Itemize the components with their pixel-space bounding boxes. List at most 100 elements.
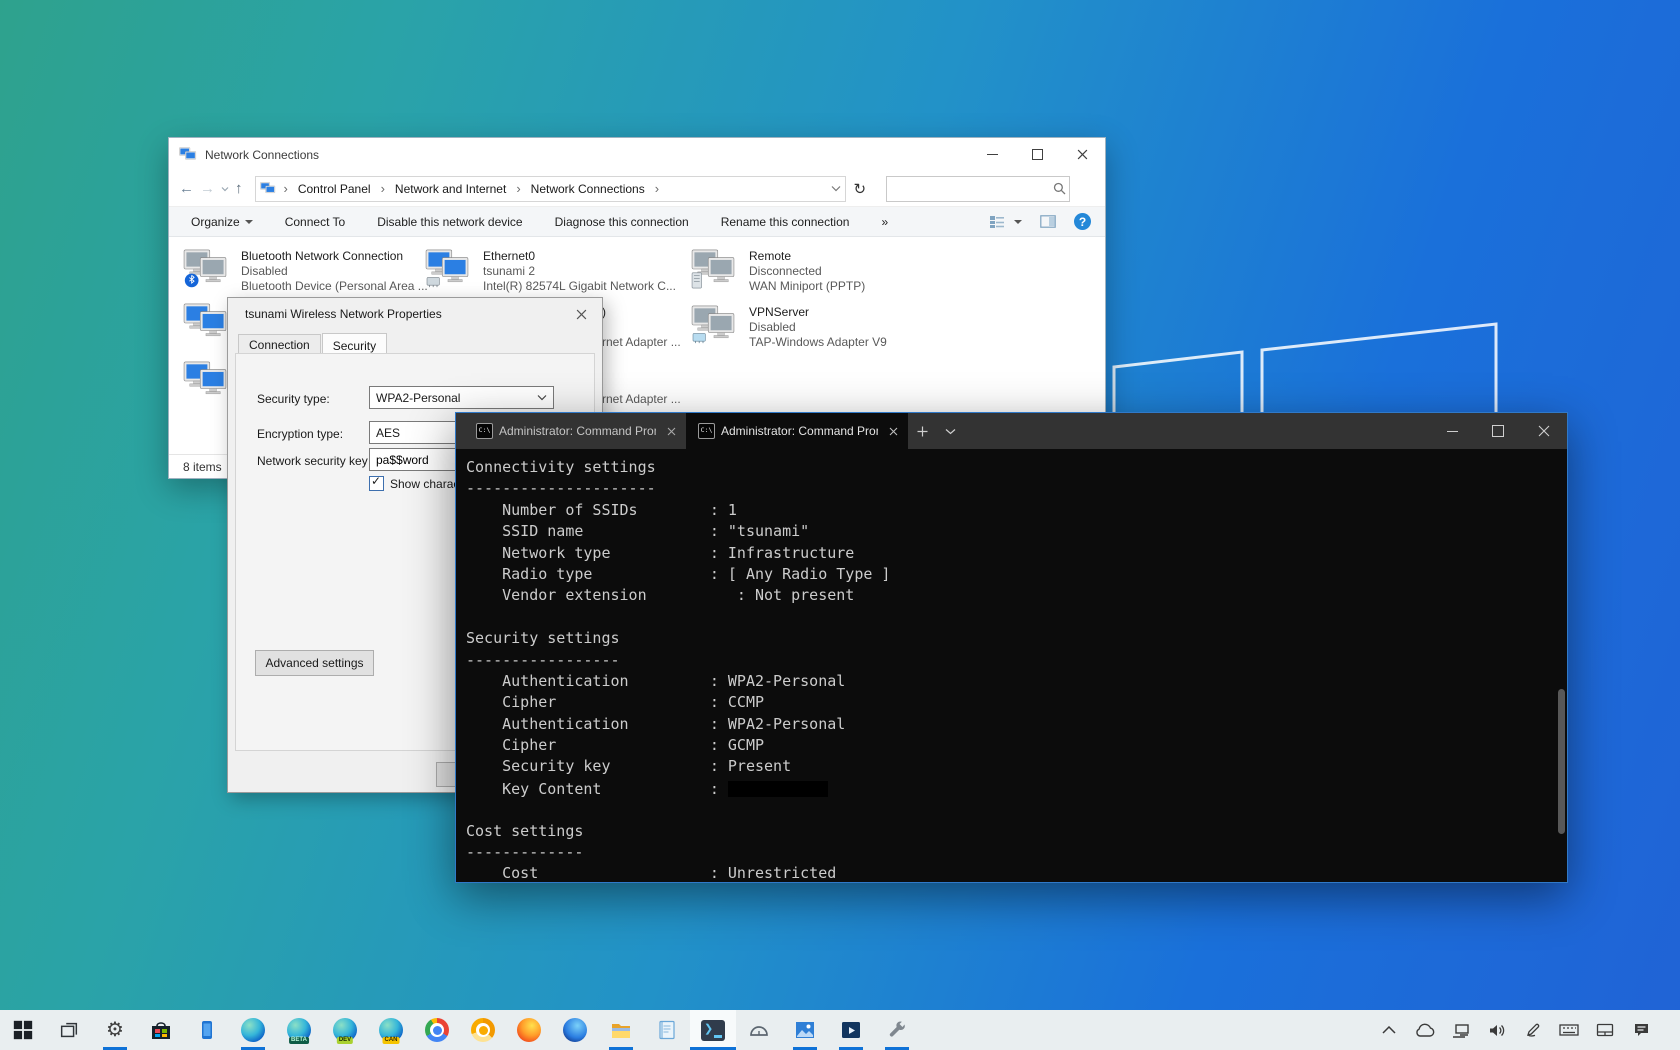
- change-view-button[interactable]: [989, 215, 1022, 229]
- taskbar-chrome-canary-button[interactable]: [460, 1010, 506, 1050]
- taskbar-dev-tool-button[interactable]: [874, 1010, 920, 1050]
- taskbar-your-phone-button[interactable]: [184, 1010, 230, 1050]
- network-connections-window-icon: [179, 146, 196, 159]
- taskbar-photos-button[interactable]: [782, 1010, 828, 1050]
- encryption-type-value: AES: [376, 425, 401, 440]
- pen-icon: [1527, 1023, 1540, 1037]
- taskbar-chrome-button[interactable]: [414, 1010, 460, 1050]
- terminal-output[interactable]: Connectivity settings ------------------…: [456, 449, 1567, 890]
- more-commands-button[interactable]: »: [881, 215, 888, 229]
- address-box[interactable]: › Control Panel › Network and Internet ›…: [254, 175, 846, 202]
- terminal-minimize-button[interactable]: [1429, 413, 1475, 449]
- terminal-close-button[interactable]: [1521, 413, 1567, 449]
- breadcrumb-separator[interactable]: ›: [652, 181, 662, 196]
- recent-locations-chevron-icon[interactable]: [221, 186, 229, 192]
- taskbar-firefox-nightly-button[interactable]: [552, 1010, 598, 1050]
- forward-button[interactable]: →: [200, 180, 215, 197]
- diagnose-connection-button[interactable]: Diagnose this connection: [555, 215, 689, 229]
- hidden-icons-chevron-button[interactable]: [1378, 1026, 1400, 1034]
- disable-device-button[interactable]: Disable this network device: [377, 215, 522, 229]
- volume-icon: [1490, 1024, 1505, 1036]
- terminal-tab-2-active[interactable]: C:\ Administrator: Command Prompt: [686, 413, 908, 449]
- explorer-title-bar[interactable]: Network Connections: [169, 138, 1105, 171]
- search-icon[interactable]: [1049, 182, 1069, 195]
- tap-connection-icon: [691, 305, 735, 344]
- taskbar-task-view-button[interactable]: [46, 1010, 92, 1050]
- tab-dropdown-button[interactable]: [936, 413, 964, 449]
- connection-device: WAN Miniport (PPTP): [749, 279, 866, 293]
- taskbar-edge-button[interactable]: [230, 1010, 276, 1050]
- refresh-button[interactable]: ↻: [854, 180, 867, 198]
- advanced-settings-button[interactable]: Advanced settings: [255, 650, 374, 676]
- photos-icon: [796, 1022, 814, 1038]
- taskbar-settings-button[interactable]: ⚙: [92, 1010, 138, 1050]
- breadcrumb-network-connections[interactable]: Network Connections: [529, 182, 647, 196]
- dialog-title-bar[interactable]: tsunami Wireless Network Properties: [228, 298, 602, 329]
- connect-to-button[interactable]: Connect To: [285, 215, 346, 229]
- tab-close-button[interactable]: [662, 422, 680, 440]
- breadcrumb-separator[interactable]: ›: [378, 181, 388, 196]
- taskbar-start-button[interactable]: [0, 1010, 46, 1050]
- windows-ink-tray-button[interactable]: [1522, 1022, 1544, 1038]
- connection-item-bluetooth[interactable]: Bluetooth Network Connection Disabled Bl…: [183, 249, 433, 294]
- network-status-icon: [1453, 1023, 1469, 1038]
- onedrive-tray-button[interactable]: [1414, 1023, 1436, 1037]
- tab-close-button[interactable]: [884, 422, 902, 440]
- chrome-canary-icon: [471, 1018, 495, 1042]
- hidden-connection-icon[interactable]: [183, 361, 227, 401]
- organize-menu-button[interactable]: Organize: [191, 215, 253, 229]
- show-characters-checkbox[interactable]: [369, 474, 384, 491]
- touchpad-tray-button[interactable]: [1594, 1023, 1616, 1037]
- back-button[interactable]: ←: [179, 180, 194, 197]
- taskbar-file-explorer-button[interactable]: [598, 1010, 644, 1050]
- up-button[interactable]: ↑: [235, 180, 243, 197]
- explorer-command-bar: Organize Connect To Disable this network…: [169, 207, 1105, 237]
- taskbar-protractor-button[interactable]: [736, 1010, 782, 1050]
- minimize-button[interactable]: [970, 138, 1015, 170]
- dialog-close-button[interactable]: [568, 305, 594, 323]
- breadcrumb-control-panel[interactable]: Control Panel: [296, 182, 373, 196]
- close-icon: [1077, 149, 1088, 159]
- redacted-key-content: [727, 780, 828, 797]
- connection-status: tsunami 2: [483, 264, 536, 278]
- action-center-icon: [1634, 1024, 1648, 1036]
- security-type-value: WPA2-Personal: [376, 390, 461, 405]
- firefox-icon: [517, 1018, 541, 1042]
- close-button[interactable]: [1060, 138, 1105, 170]
- new-tab-button[interactable]: [908, 413, 936, 449]
- minimize-icon: [987, 153, 998, 155]
- rename-connection-button[interactable]: Rename this connection: [721, 215, 850, 229]
- connection-item-remote[interactable]: Remote Disconnected WAN Miniport (PPTP): [691, 249, 941, 294]
- action-center-tray-button[interactable]: [1630, 1022, 1652, 1038]
- search-input[interactable]: [887, 178, 1050, 199]
- volume-tray-button[interactable]: [1486, 1023, 1508, 1038]
- taskbar-firefox-button[interactable]: [506, 1010, 552, 1050]
- terminal-maximize-button[interactable]: [1475, 413, 1521, 449]
- bluetooth-connection-icon: [183, 249, 227, 288]
- taskbar-windows-terminal-button[interactable]: [690, 1010, 736, 1050]
- terminal-tab-bar[interactable]: C:\ Administrator: Command Prompt C:\ Ad…: [456, 413, 1567, 449]
- canary-badge: CAN: [382, 1037, 400, 1044]
- touch-keyboard-tray-button[interactable]: [1558, 1023, 1580, 1037]
- maximize-button[interactable]: [1015, 138, 1060, 170]
- security-type-select[interactable]: WPA2-Personal: [369, 386, 554, 409]
- address-dropdown-chevron-icon[interactable]: [831, 185, 841, 192]
- taskbar-edge-canary-button[interactable]: CAN: [368, 1010, 414, 1050]
- breadcrumb-separator[interactable]: ›: [513, 181, 523, 196]
- breadcrumb-network-and-internet[interactable]: Network and Internet: [393, 182, 508, 196]
- connection-item-ethernet0[interactable]: Ethernet0 tsunami 2 Intel(R) 82574L Giga…: [425, 249, 676, 294]
- network-tray-button[interactable]: [1450, 1023, 1472, 1038]
- taskbar-notepad-button[interactable]: [644, 1010, 690, 1050]
- taskbar-movies-tv-button[interactable]: [828, 1010, 874, 1050]
- taskbar-edge-dev-button[interactable]: DEV: [322, 1010, 368, 1050]
- terminal-scrollbar-thumb[interactable]: [1558, 689, 1565, 834]
- hidden-connection-icon[interactable]: [183, 303, 227, 343]
- dev-badge: DEV: [336, 1037, 354, 1044]
- terminal-tab-1[interactable]: C:\ Administrator: Command Prompt: [464, 413, 686, 449]
- help-button[interactable]: ?: [1074, 213, 1091, 230]
- taskbar-edge-beta-button[interactable]: BETA: [276, 1010, 322, 1050]
- preview-pane-button[interactable]: [1040, 215, 1056, 228]
- taskbar-microsoft-store-button[interactable]: [138, 1010, 184, 1050]
- file-explorer-icon: [612, 1024, 630, 1038]
- connection-item-vpnserver[interactable]: VPNServer Disabled TAP-Windows Adapter V…: [691, 305, 941, 350]
